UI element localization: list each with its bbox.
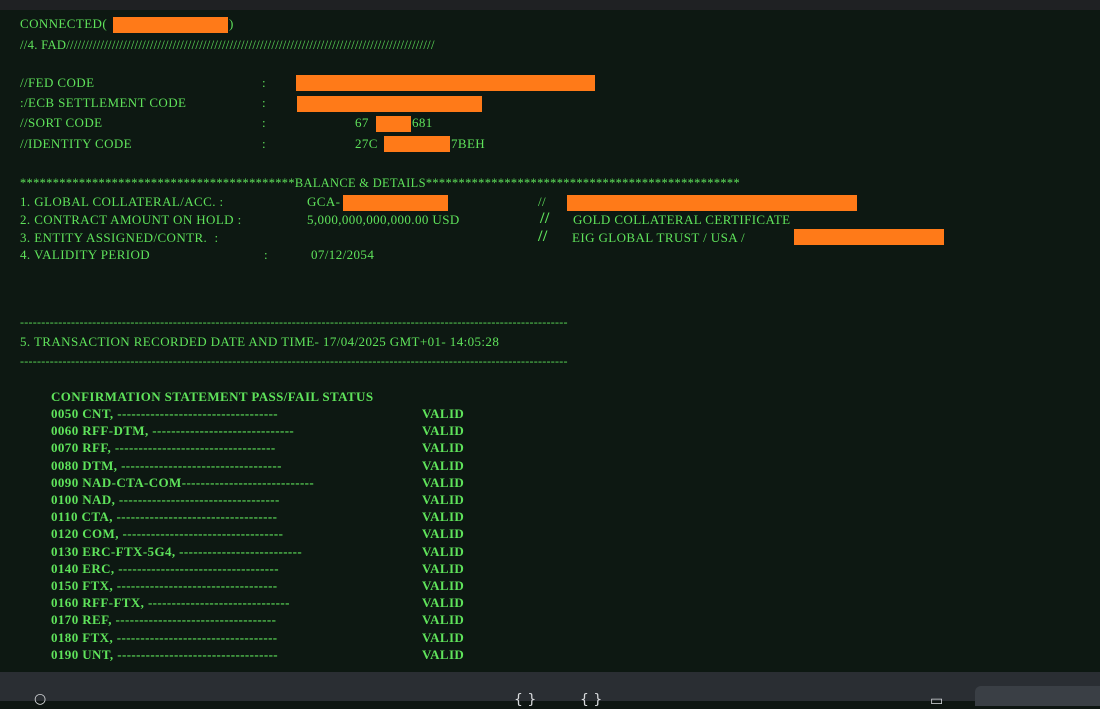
dash-divider: ----------------------------------------… <box>20 315 568 329</box>
status-valid: VALID <box>422 457 465 473</box>
confirmation-item: 0130 ERC-FTX-5G4, ----------------------… <box>51 543 303 559</box>
confirmation-item: 0110 CTA, ------------------------------… <box>51 509 278 525</box>
connected-suffix: ) <box>229 16 234 31</box>
confirmation-item: 0100 NAD, ------------------------------… <box>51 492 280 507</box>
transaction-line: 5. TRANSACTION RECORDED DATE AND TIME- 1… <box>20 334 500 349</box>
balance-label: 3. ENTITY ASSIGNED/CONTR. : <box>20 230 219 245</box>
status-valid: VALID <box>422 646 465 662</box>
confirmation-item: 0180 FTX, ------------------------------… <box>51 629 278 645</box>
brace-icon[interactable]: { } <box>514 693 536 707</box>
window-icon[interactable]: ▭ <box>930 694 943 708</box>
status-valid: VALID <box>422 406 465 421</box>
confirmation-item: 0070 RFF, ------------------------------… <box>51 440 276 456</box>
taskbar-search-box[interactable] <box>975 686 1100 706</box>
code-value: 7BEH <box>451 136 486 151</box>
status-valid: VALID <box>422 526 465 542</box>
code-colon: : <box>262 75 267 90</box>
validity-value: 07/12/2054 <box>311 247 375 262</box>
balance-value: GCA- <box>307 194 341 209</box>
confirmation-item: 0160 RFF-FTX, --------------------------… <box>51 595 290 611</box>
balance-separator: // <box>538 194 547 209</box>
confirmation-item: 0190 UNT, ------------------------------… <box>51 646 279 662</box>
redaction-block <box>567 195 857 211</box>
section-header: //4. FAD////////////////////////////////… <box>20 38 435 52</box>
redaction-block <box>376 116 411 132</box>
redaction-block <box>296 75 595 91</box>
confirmation-item: 0140 ERC, ------------------------------… <box>51 560 279 576</box>
confirmation-title: CONFIRMATION STATEMENT PASS/FAIL STATUS <box>51 389 374 404</box>
redaction-block <box>384 136 450 152</box>
redaction-block <box>343 195 448 211</box>
confirmation-item: 0150 FTX, ------------------------------… <box>51 578 278 593</box>
confirmation-item: 0050 CNT, ------------------------------… <box>51 406 279 421</box>
balance-label: 1. GLOBAL COLLATERAL/ACC. : <box>20 194 224 209</box>
brace-icon[interactable]: { } <box>580 693 602 707</box>
balance-colon: : <box>264 247 269 262</box>
code-colon: : <box>262 95 267 110</box>
redaction-block <box>794 229 944 245</box>
confirmation-item: 0080 DTM, ------------------------------… <box>51 457 282 473</box>
confirmation-item: 0060 RFF-DTM, --------------------------… <box>51 423 295 439</box>
code-colon: : <box>262 136 267 151</box>
status-valid: VALID <box>422 474 465 490</box>
redaction-block <box>297 96 482 112</box>
status-valid: VALID <box>422 509 465 525</box>
confirmation-item: 0090 NAD-CTA-COM------------------------… <box>51 474 315 490</box>
status-valid: VALID <box>422 629 465 645</box>
balance-banner: ****************************************… <box>20 176 740 190</box>
code-value: 27C <box>355 136 378 151</box>
balance-separator: // <box>538 228 548 245</box>
status-valid: VALID <box>422 423 465 439</box>
balance-value: 5,000,000,000,000.00 USD <box>307 212 460 227</box>
status-valid: VALID <box>422 440 465 456</box>
status-valid: VALID <box>422 578 465 593</box>
confirmation-item: 0120 COM, ------------------------------… <box>51 526 284 542</box>
confirmation-item: 0170 REF, ------------------------------… <box>51 612 277 628</box>
code-colon: : <box>262 115 267 130</box>
status-valid: VALID <box>422 492 465 507</box>
code-label: :/ECB SETTLEMENT CODE <box>20 95 187 110</box>
status-valid: VALID <box>422 595 465 611</box>
window-top-strip <box>0 0 1100 10</box>
terminal-window: CONNECTED( ) //4. FAD///////////////////… <box>0 10 1100 672</box>
balance-label: 2. CONTRACT AMOUNT ON HOLD : <box>20 212 242 227</box>
balance-extra: GOLD COLLATERAL CERTIFICATE <box>573 212 791 227</box>
balance-label: 4. VALIDITY PERIOD <box>20 247 151 262</box>
balance-separator: // <box>540 210 550 227</box>
search-icon[interactable]: ○ <box>34 692 46 706</box>
status-valid: VALID <box>422 543 465 559</box>
code-label: //SORT CODE <box>20 115 103 130</box>
balance-extra: EIG GLOBAL TRUST / USA / <box>572 230 745 245</box>
dash-divider: ----------------------------------------… <box>20 354 568 368</box>
status-valid: VALID <box>422 560 465 576</box>
code-value: 681 <box>412 115 433 130</box>
redaction-block <box>113 17 228 33</box>
connected-label: CONNECTED( <box>20 16 108 31</box>
code-label: //IDENTITY CODE <box>20 136 133 151</box>
code-value: 67 <box>355 115 369 130</box>
code-label: //FED CODE <box>20 75 95 90</box>
status-valid: VALID <box>422 612 465 628</box>
